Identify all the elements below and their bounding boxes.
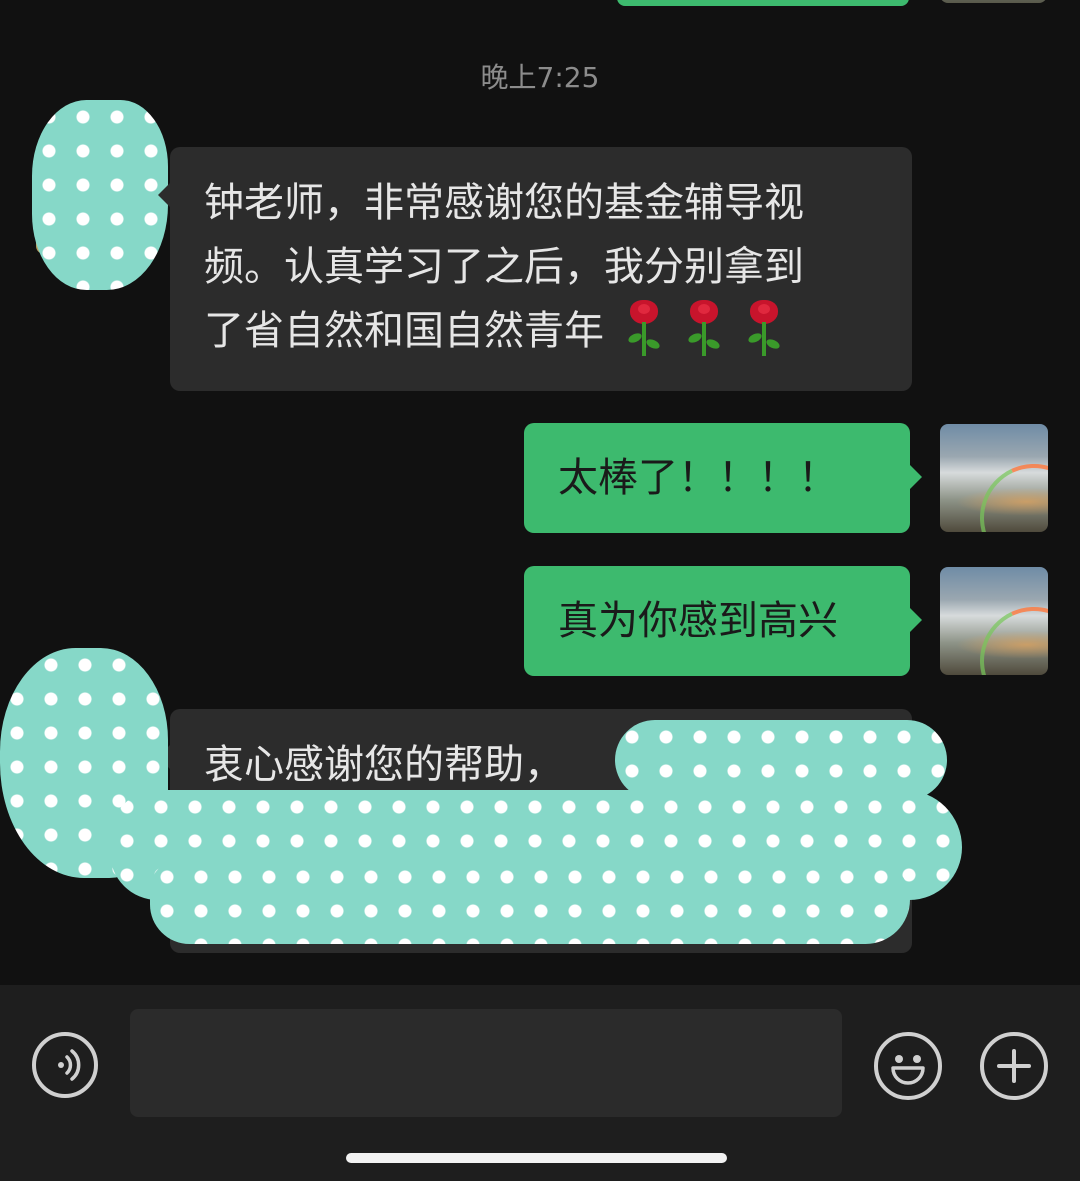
voice-icon[interactable] xyxy=(32,1032,98,1098)
message-text: 真为你感到高兴 xyxy=(558,598,838,644)
chat-message-list[interactable]: 晚上7:25 钟老师，非常感谢您的基金辅导视 频。认真学习了之后，我分别拿到 了… xyxy=(0,0,1080,985)
plus-icon[interactable] xyxy=(980,1032,1048,1100)
bubble-tail xyxy=(910,465,922,489)
outgoing-message-bubble[interactable]: 真为你感到高兴 xyxy=(524,566,922,676)
self-avatar-previous[interactable] xyxy=(940,0,1047,3)
message-timestamp: 晚上7:25 xyxy=(480,61,600,94)
self-avatar[interactable] xyxy=(940,567,1048,675)
message-text: 太棒了！！！！ xyxy=(558,455,838,501)
rose-emoji-icon xyxy=(624,300,664,358)
emoji-icon[interactable] xyxy=(874,1032,942,1100)
incoming-message-bubble[interactable]: 钟老师，非常感谢您的基金辅导视 频。认真学习了之后，我分别拿到 了省自然和国自然… xyxy=(158,147,912,391)
self-avatar[interactable] xyxy=(940,424,1048,532)
rose-emoji-icon xyxy=(744,300,784,358)
outgoing-message-bubble[interactable]: 太棒了！！！！ xyxy=(524,423,922,533)
text-redaction xyxy=(615,720,947,800)
previous-outgoing-bubble[interactable] xyxy=(617,0,909,6)
message-text-line: 频。认真学习了之后，我分别拿到 xyxy=(204,244,804,290)
bubble-tail xyxy=(910,608,922,632)
message-input[interactable] xyxy=(130,1009,842,1117)
input-bar xyxy=(0,985,1080,1181)
bubble-tail xyxy=(158,183,170,207)
text-redaction xyxy=(150,860,910,944)
message-text-line: 钟老师，非常感谢您的基金辅导视 xyxy=(204,180,804,226)
avatar-redaction xyxy=(32,100,168,290)
home-indicator[interactable] xyxy=(346,1153,727,1163)
rose-emoji-icon xyxy=(684,300,724,358)
message-text-line: 了省自然和国自然青年 xyxy=(204,308,604,354)
